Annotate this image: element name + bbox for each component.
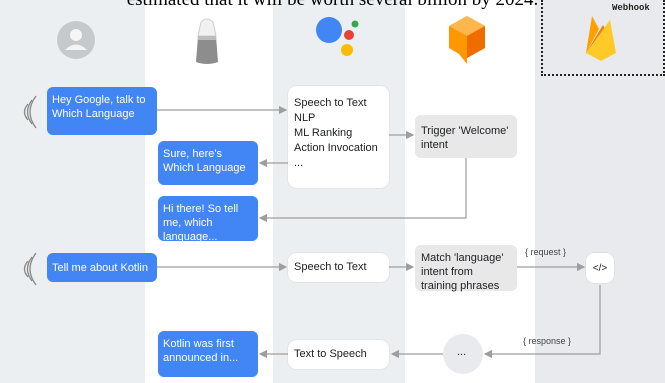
text-to-speech-card: Text to Speech (288, 340, 389, 369)
flow-arrows (157, 105, 601, 359)
processing-step: ML Ranking (294, 127, 353, 139)
conversation-flow-diagram: estimated that it will be worth several … (0, 0, 665, 383)
speech-to-text-card: Speech to Text (288, 253, 389, 282)
speech-to-text-label: Speech to Text (294, 261, 367, 273)
welcome-intent-box: Trigger 'Welcome' intent (415, 115, 517, 158)
user-query-text: Hey Google, talk to Which Language (52, 94, 146, 120)
app-welcome-text: Hi there! So tell me, which language... (163, 203, 239, 243)
kotlin-reply-bubble: Kotlin was first announced in... (158, 331, 258, 377)
user-query-text-2: Tell me about Kotlin (52, 262, 148, 274)
assistant-processing-card: Speech to Text NLP ML Ranking Action Inv… (288, 86, 389, 188)
processing-step: ... (294, 157, 304, 169)
text-to-speech-label: Text to Speech (294, 348, 367, 360)
assistant-reply-text: Sure, here's Which Language (163, 148, 246, 174)
language-intent-box: Match 'language' intent from training ph… (415, 245, 517, 292)
welcome-intent-text: Trigger 'Welcome' intent (421, 125, 509, 151)
code-icon: </> (592, 262, 608, 274)
kotlin-reply-text: Kotlin was first announced in... (163, 338, 239, 364)
webhook-code-box: </> (586, 253, 614, 283)
processing-step: Speech to Text (294, 97, 367, 109)
language-intent-text: Match 'language' intent from training ph… (421, 252, 504, 292)
assistant-reply-bubble: Sure, here's Which Language (158, 141, 258, 185)
processing-dots: ... (457, 346, 467, 358)
processing-step: Action Invocation (294, 142, 378, 154)
processing-step: NLP (294, 112, 316, 124)
response-label: { response } (523, 336, 572, 346)
user-query-bubble: Hey Google, talk to Which Language (47, 87, 157, 135)
processing-dots-circle: ... (443, 334, 483, 374)
request-label: { request } (525, 247, 567, 257)
user-query-bubble-2: Tell me about Kotlin (47, 253, 157, 282)
app-welcome-bubble: Hi there! So tell me, which language... (158, 196, 258, 243)
